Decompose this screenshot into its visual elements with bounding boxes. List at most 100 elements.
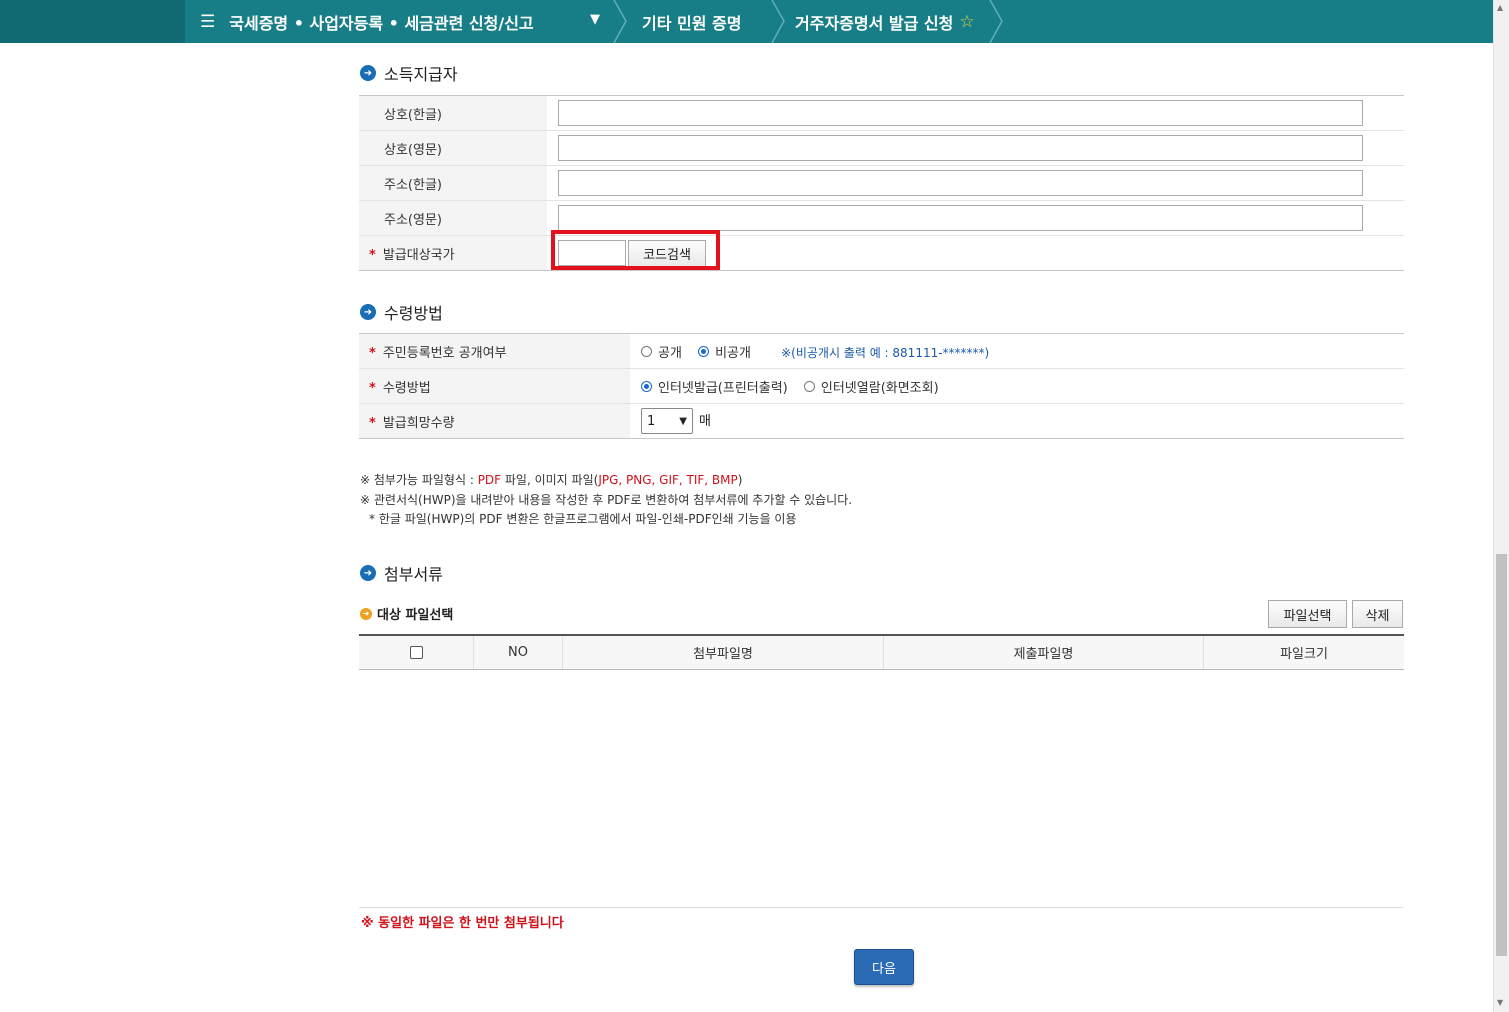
form-row: * 발급대상국가 코드검색	[359, 235, 1404, 271]
note-pdf: PDF	[477, 473, 502, 487]
file-select-subtitle: ➜ 대상 파일선택	[360, 604, 453, 623]
field-cell: 1 ▼ 매	[630, 403, 1404, 439]
select-all-cell	[359, 636, 474, 669]
next-button[interactable]: 다음	[854, 949, 914, 985]
radio-dot[interactable]	[641, 345, 652, 357]
receive-form-table: * 주민등록번호 공개여부 공개 비공개 ※(비공개시 출력 예 : 881111…	[359, 333, 1404, 439]
section-title-payer: ➜ 소득지급자	[360, 61, 458, 85]
star-icon[interactable]: ☆	[959, 12, 974, 32]
arrow-circle-icon: ➜	[360, 607, 372, 620]
radio-label: 인터넷열람(화면조회)	[820, 380, 939, 396]
form-row: * 수령방법 인터넷발급(프린터출력) 인터넷열람(화면조회)	[359, 368, 1404, 404]
company-name-english-input[interactable]	[558, 135, 1363, 161]
form-row: * 발급희망수량 1 ▼ 매	[359, 403, 1404, 439]
rrn-public-radio[interactable]: 공개	[641, 342, 682, 361]
rrn-private-radio[interactable]: 비공개	[698, 342, 751, 361]
method-internet-issue-radio[interactable]: 인터넷발급(프린터출력)	[641, 377, 788, 396]
quantity-select[interactable]: 1 ▼	[641, 408, 693, 434]
duplicate-file-note: ※ 동일한 파일은 한 번만 첨부됩니다	[361, 916, 564, 931]
rrn-example-note: ※(비공개시 출력 예 : 881111-*******)	[781, 345, 990, 360]
file-select-button[interactable]: 파일선택	[1268, 600, 1347, 628]
field-label: * 수령방법	[359, 368, 630, 404]
scrollbar-thumb[interactable]	[1496, 554, 1507, 956]
field-cell	[547, 95, 1404, 131]
breadcrumb-separator-icon	[771, 0, 785, 43]
arrow-circle-icon: ➜	[360, 65, 376, 81]
nav-menu-label: 국세증명 • 사업자등록 • 세금관련 신청/신고	[229, 13, 534, 33]
quantity-label: 발급희망수량	[382, 415, 455, 431]
scroll-down-icon[interactable]: ▼	[1497, 998, 1503, 1007]
chevron-down-icon[interactable]: ▼	[590, 12, 600, 27]
rrn-label: 주민등록번호 공개여부	[382, 345, 507, 361]
method-internet-view-radio[interactable]: 인터넷열람(화면조회)	[803, 377, 939, 396]
radio-dot-selected[interactable]	[641, 380, 652, 392]
nav-menu-dropdown[interactable]: ☰ 국세증명 • 사업자등록 • 세금관련 신청/신고	[200, 0, 610, 43]
page-title: 거주자증명서 발급 신청	[795, 13, 954, 33]
address-korean-input[interactable]	[558, 170, 1363, 196]
note-text: 파일, 이미지 파일(	[501, 473, 599, 487]
field-cell: 공개 비공개 ※(비공개시 출력 예 : 881111-*******)	[630, 333, 1404, 369]
method-label: 수령방법	[382, 380, 431, 396]
required-mark: *	[369, 380, 376, 396]
company-name-korean-input[interactable]	[558, 100, 1363, 126]
note-text: )	[737, 473, 743, 487]
form-row: * 주민등록번호 공개여부 공개 비공개 ※(비공개시 출력 예 : 881111…	[359, 333, 1404, 369]
top-navigation-bar: ☰ 국세증명 • 사업자등록 • 세금관련 신청/신고 ▼ 기타 민원 증명 거…	[0, 0, 1493, 43]
radio-label: 공개	[658, 345, 682, 361]
required-mark: *	[369, 345, 376, 361]
field-label: 상호(한글)	[359, 95, 547, 131]
required-mark: *	[369, 415, 376, 431]
highlight-box	[551, 230, 720, 270]
attachment-table-header: NO 첨부파일명 제출파일명 파일크기	[359, 634, 1404, 670]
section-title-text: 첨부서류	[384, 565, 443, 584]
field-cell	[547, 130, 1404, 166]
note-text: ※ 첨부가능 파일형식 :	[360, 473, 478, 487]
radio-dot-selected[interactable]	[698, 345, 710, 357]
column-header: NO	[474, 636, 563, 669]
quantity-value: 1	[647, 413, 656, 429]
section-title-attachments: ➜ 첨부서류	[360, 561, 443, 585]
form-row: 주소(영문)	[359, 200, 1404, 236]
breadcrumb-separator-icon	[613, 0, 627, 43]
chevron-down-icon: ▼	[679, 415, 687, 427]
field-label: 상호(영문)	[359, 130, 547, 166]
column-header: 제출파일명	[884, 636, 1204, 669]
field-label: * 발급대상국가	[359, 235, 547, 271]
breadcrumb-label: 기타 민원 증명	[642, 13, 742, 33]
note-hwp-pdf-tip: * 한글 파일(HWP)의 PDF 변환은 한글프로그램에서 파일-인쇄-PDF…	[369, 512, 797, 526]
address-english-input[interactable]	[558, 205, 1363, 231]
note-image-types: JPG, PNG, GIF, TIF, BMP	[598, 473, 738, 487]
form-row: 상호(영문)	[359, 130, 1404, 166]
column-header: 첨부파일명	[563, 636, 884, 669]
select-all-checkbox[interactable]	[409, 646, 423, 659]
breadcrumb-item-other-certificates[interactable]: 기타 민원 증명	[642, 0, 741, 43]
breadcrumb-item-current-page: 거주자증명서 발급 신청 ☆	[795, 0, 975, 43]
hamburger-icon[interactable]: ☰	[200, 12, 215, 32]
country-label: 발급대상국가	[382, 247, 455, 263]
column-header: 파일크기	[1280, 647, 1328, 662]
nav-left-block	[0, 0, 185, 43]
payer-form-table: 상호(한글) 상호(영문) 주소(한글) 주소(영문) * 발급대상국가 코드검색	[359, 95, 1404, 271]
attachment-notes: ※ 첨부가능 파일형식 : PDF 파일, 이미지 파일(JPG, PNG, G…	[360, 471, 852, 530]
radio-label: 비공개	[715, 345, 751, 361]
form-row: 주소(한글)	[359, 165, 1404, 201]
note-file-types: ※ 첨부가능 파일형식 : PDF 파일, 이미지 파일(JPG, PNG, G…	[360, 471, 852, 491]
field-label: 주소(영문)	[359, 200, 547, 236]
form-row: 상호(한글)	[359, 95, 1404, 131]
vertical-scrollbar[interactable]: ▲ ▼	[1493, 0, 1509, 1012]
scroll-up-icon[interactable]: ▲	[1497, 3, 1503, 12]
radio-label: 인터넷발급(프린터출력)	[658, 380, 788, 396]
arrow-circle-icon: ➜	[360, 565, 376, 581]
field-label: 주소(한글)	[359, 165, 547, 201]
required-mark: *	[369, 247, 376, 263]
section-title-text: 소득지급자	[384, 65, 458, 84]
attachment-list-divider	[359, 907, 1404, 908]
arrow-circle-icon: ➜	[360, 304, 376, 320]
field-cell: 인터넷발급(프린터출력) 인터넷열람(화면조회)	[630, 368, 1404, 404]
radio-dot[interactable]	[803, 380, 815, 392]
field-label: * 주민등록번호 공개여부	[359, 333, 630, 369]
subtitle-text: 대상 파일선택	[377, 608, 454, 623]
delete-button[interactable]: 삭제	[1352, 600, 1403, 628]
note-hwp-convert: ※ 관련서식(HWP)을 내려받아 내용을 작성한 후 PDF로 변환하여 첨부…	[360, 492, 853, 507]
quantity-unit: 매	[699, 413, 711, 429]
